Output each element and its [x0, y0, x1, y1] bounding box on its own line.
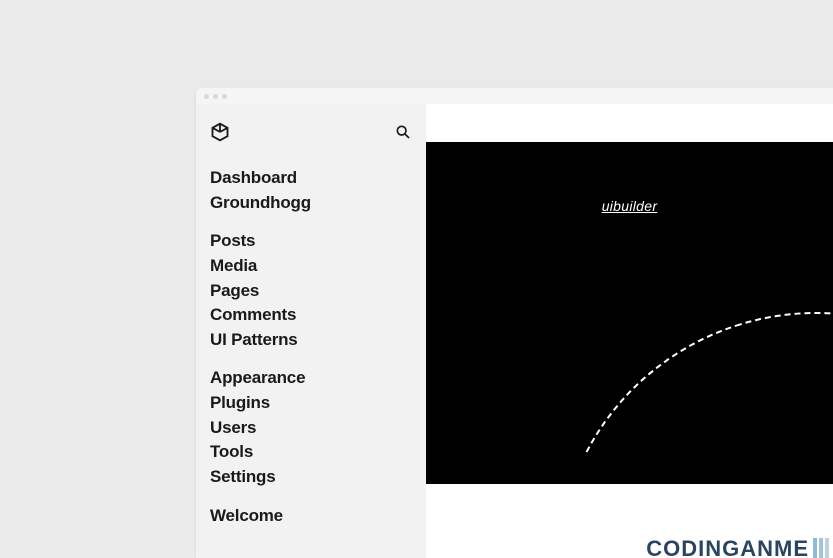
- sidebar-item-dashboard[interactable]: Dashboard: [210, 166, 412, 191]
- sidebar-item-plugins[interactable]: Plugins: [210, 391, 412, 416]
- nav-group-0: Dashboard Groundhogg: [210, 166, 412, 215]
- nav-group-3: Welcome: [210, 504, 412, 529]
- app-body: Dashboard Groundhogg Posts Media Pages C…: [196, 104, 833, 558]
- sidebar-item-pages[interactable]: Pages: [210, 279, 412, 304]
- decorative-arc: [488, 244, 833, 484]
- sidebar-item-ui-patterns[interactable]: UI Patterns: [210, 328, 412, 353]
- app-window: Dashboard Groundhogg Posts Media Pages C…: [196, 88, 833, 558]
- sidebar-header: [210, 116, 412, 148]
- sidebar-item-users[interactable]: Users: [210, 416, 412, 441]
- sidebar-item-appearance[interactable]: Appearance: [210, 366, 412, 391]
- sidebar-item-tools[interactable]: Tools: [210, 440, 412, 465]
- hero-panel: uibuilder: [426, 142, 833, 484]
- uibuilder-link[interactable]: uibuilder: [602, 198, 658, 214]
- app-logo-icon[interactable]: [210, 122, 230, 142]
- search-icon[interactable]: [394, 123, 412, 141]
- sidebar: Dashboard Groundhogg Posts Media Pages C…: [196, 104, 426, 558]
- sidebar-item-posts[interactable]: Posts: [210, 229, 412, 254]
- traffic-light-minimize[interactable]: [213, 94, 218, 99]
- traffic-light-close[interactable]: [204, 94, 209, 99]
- sidebar-item-comments[interactable]: Comments: [210, 303, 412, 328]
- nav-group-1: Posts Media Pages Comments UI Patterns: [210, 229, 412, 352]
- sidebar-item-settings[interactable]: Settings: [210, 465, 412, 490]
- brand-name: CODINGANME: [646, 536, 809, 558]
- traffic-light-zoom[interactable]: [222, 94, 227, 99]
- nav-group-2: Appearance Plugins Users Tools Settings: [210, 366, 412, 489]
- content-area: uibuilder CODINGANME: [426, 104, 833, 558]
- brand-bars-icon: [813, 538, 829, 558]
- window-titlebar: [196, 88, 833, 104]
- sidebar-item-welcome[interactable]: Welcome: [210, 504, 412, 529]
- sidebar-item-groundhogg[interactable]: Groundhogg: [210, 191, 412, 216]
- sidebar-item-media[interactable]: Media: [210, 254, 412, 279]
- brand-footer: CODINGANME: [646, 536, 829, 558]
